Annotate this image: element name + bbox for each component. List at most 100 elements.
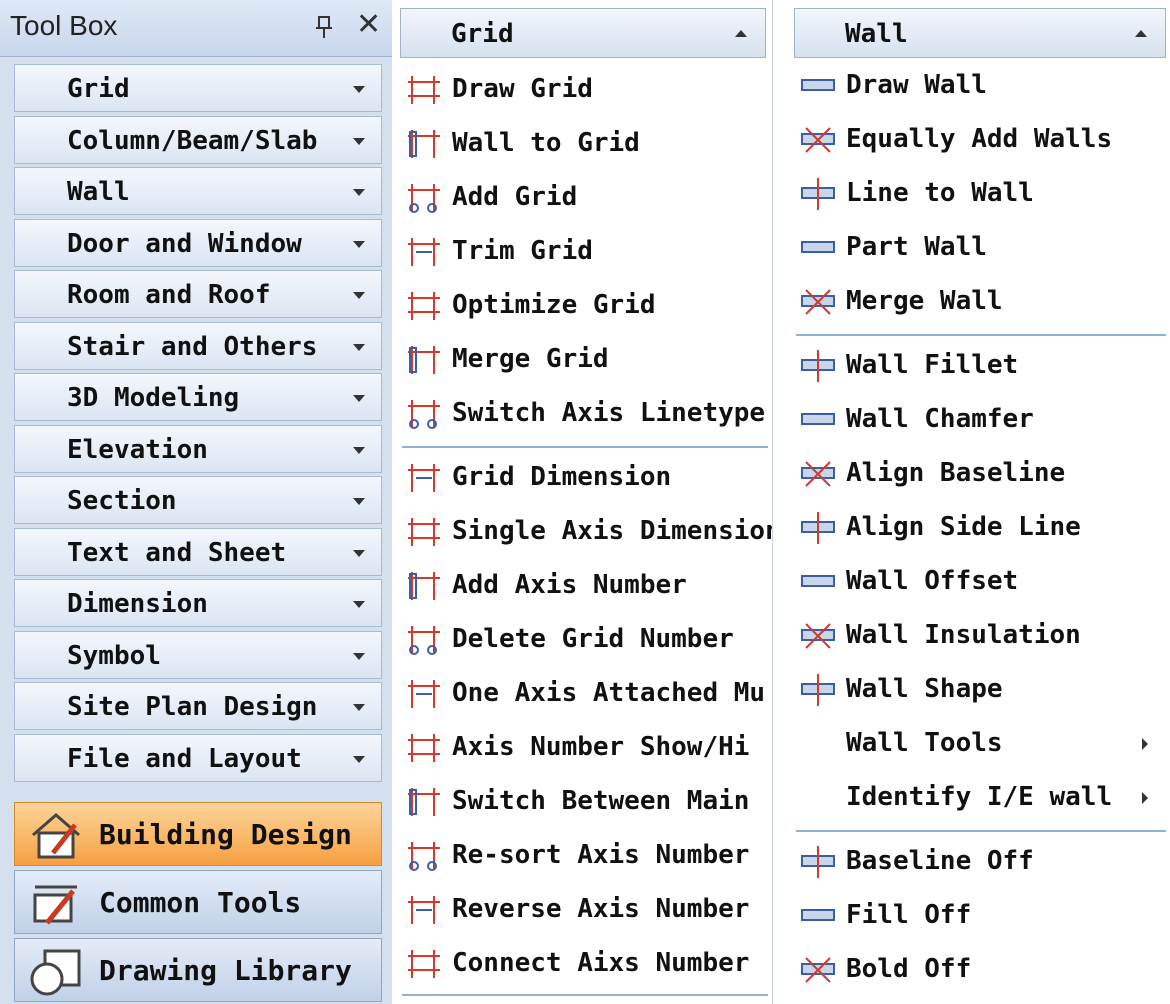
category-grid[interactable]: Grid <box>14 64 382 112</box>
category-room-and-roof[interactable]: Room and Roof <box>14 270 382 318</box>
menu-separator <box>796 830 1166 832</box>
category-elevation[interactable]: Elevation <box>14 424 382 473</box>
menu-item-equally-add-walls[interactable]: Equally Add Walls <box>790 116 1170 164</box>
category-label: Section <box>67 486 177 516</box>
menu-item-align-baseline[interactable]: Align Baseline <box>790 450 1170 498</box>
menu-item-merge-grid[interactable]: Merge Grid <box>396 336 772 384</box>
menu-item-axis-number-show-hi[interactable]: Axis Number Show/Hi <box>396 724 772 772</box>
menu-item-connect-aixs-number[interactable]: Connect Aixs Number <box>396 940 772 988</box>
house-pencil-icon <box>32 813 80 859</box>
pin-icon[interactable] <box>312 14 336 40</box>
fill-off-icon <box>801 909 835 921</box>
menu-item-add-grid[interactable]: Add Grid <box>396 174 772 222</box>
category-stair-and-others[interactable]: Stair and Others <box>14 321 382 370</box>
menu-item-wall-offset[interactable]: Wall Offset <box>790 558 1170 606</box>
category-label: Grid <box>67 74 130 104</box>
menu-item-re-sort-axis-number[interactable]: Re-sort Axis Number <box>396 832 772 880</box>
dropdown-arrow-icon <box>353 446 365 454</box>
category-dimension[interactable]: Dimension <box>14 579 382 627</box>
menu-item-wall-fillet[interactable]: Wall Fillet <box>790 342 1170 390</box>
draw-grid-icon <box>408 76 440 104</box>
category-section[interactable]: Section <box>14 476 382 524</box>
menu-item-align-side-line[interactable]: Align Side Line <box>790 504 1170 552</box>
dropdown-arrow-icon <box>353 292 365 299</box>
tools-icon <box>33 885 77 925</box>
grid-menu-title: Grid <box>451 19 514 49</box>
menu-item-trim-grid[interactable]: Trim Grid <box>396 228 772 276</box>
menu-item-delete-grid-number[interactable]: Delete Grid Number <box>396 616 772 664</box>
category-label: Elevation <box>67 434 208 465</box>
grid-menu-header[interactable]: Grid <box>400 8 766 58</box>
menu-separator <box>796 334 1166 336</box>
category-label: Text and Sheet <box>67 537 287 568</box>
menu-item-label: Trim Grid <box>452 236 593 266</box>
category-label: Symbol <box>67 640 161 671</box>
menu-item-label: Grid Dimension <box>452 462 672 492</box>
menu-item-optimize-grid[interactable]: Optimize Grid <box>396 282 772 330</box>
menu-item-label: Align Side Line <box>846 512 1081 542</box>
menu-item-single-axis-dimension[interactable]: Single Axis Dimension <box>396 508 772 556</box>
collapse-arrow-icon[interactable] <box>735 30 747 37</box>
menu-item-draw-wall[interactable]: Draw Wall <box>790 62 1170 110</box>
menu-item-label: Wall Insulation <box>846 620 1081 650</box>
menu-item-grid-dimension[interactable]: Grid Dimension <box>396 454 772 502</box>
building-design-button[interactable]: Building Design <box>14 802 382 866</box>
menu-item-wall-tools[interactable]: Wall Tools <box>790 720 1170 768</box>
category-site-plan-design[interactable]: Site Plan Design <box>14 682 382 730</box>
dropdown-arrow-icon <box>353 86 365 93</box>
menu-item-identify-i-e-wall[interactable]: Identify I/E wall <box>790 774 1170 822</box>
menu-item-wall-insulation[interactable]: Wall Insulation <box>790 612 1170 660</box>
dropdown-arrow-icon <box>353 549 365 557</box>
wall-insulation-icon <box>801 623 835 649</box>
menu-item-merge-wall[interactable]: Merge Wall <box>790 278 1170 326</box>
axis-number-show-icon <box>408 734 440 762</box>
tool-box-title: Tool Box <box>10 10 118 41</box>
menu-item-add-axis-number[interactable]: Add Axis Number <box>396 562 772 610</box>
menu-item-wall-chamfer[interactable]: Wall Chamfer <box>790 396 1170 444</box>
wall-menu-header[interactable]: Wall <box>794 8 1166 58</box>
menu-item-label: Reverse Axis Number <box>452 894 750 924</box>
category-label: 3D Modeling <box>67 383 240 413</box>
menu-item-switch-between-main[interactable]: Switch Between Main <box>396 778 772 826</box>
menu-item-wall-to-grid[interactable]: Wall to Grid <box>396 120 772 168</box>
dropdown-arrow-icon <box>353 240 365 248</box>
category-symbol[interactable]: Symbol <box>14 630 382 679</box>
menu-item-fill-off[interactable]: Fill Off <box>790 892 1170 940</box>
menu-item-wall-shape[interactable]: Wall Shape <box>790 666 1170 714</box>
category-column-beam-slab[interactable]: Column/Beam/Slab <box>14 115 382 164</box>
menu-item-baseline-off[interactable]: Baseline Off <box>790 838 1170 886</box>
tool-box-panel: Tool Box ✕ Grid Column/Beam/Slab Wall Do… <box>0 0 392 1004</box>
dropdown-arrow-icon <box>353 498 365 505</box>
wall-fillet-icon <box>801 350 835 382</box>
category-text-and-sheet[interactable]: Text and Sheet <box>14 527 382 576</box>
menu-item-label: Draw Grid <box>452 74 593 104</box>
category-3d-modeling[interactable]: 3D Modeling <box>14 373 382 421</box>
category-wall[interactable]: Wall <box>14 167 382 215</box>
menu-item-label: Merge Grid <box>452 344 609 374</box>
menu-item-switch-axis-linetype[interactable]: Switch Axis Linetype <box>396 390 772 438</box>
menu-item-one-axis-attached-mu[interactable]: One Axis Attached Mu <box>396 670 772 718</box>
category-label: Room and Roof <box>67 280 271 310</box>
resort-axis-number-icon <box>408 842 440 871</box>
drawing-library-button[interactable]: Drawing Library <box>14 938 382 1002</box>
menu-item-label: Add Grid <box>452 182 578 212</box>
menu-item-part-wall[interactable]: Part Wall <box>790 224 1170 272</box>
align-side-line-icon <box>801 512 835 544</box>
category-file-and-layout[interactable]: File and Layout <box>14 733 382 782</box>
menu-item-label: Wall Fillet <box>846 350 1019 380</box>
menu-item-draw-grid[interactable]: Draw Grid <box>396 66 772 114</box>
menu-item-bold-off[interactable]: Bold Off <box>790 946 1170 994</box>
category-door-and-window[interactable]: Door and Window <box>14 218 382 267</box>
category-label: Column/Beam/Slab <box>67 125 318 156</box>
collapse-arrow-icon[interactable] <box>1135 30 1147 37</box>
close-icon[interactable]: ✕ <box>356 10 381 40</box>
menu-item-label: Fill Off <box>846 900 972 930</box>
common-tools-button[interactable]: Common Tools <box>14 870 382 934</box>
part-wall-icon <box>801 241 835 253</box>
category-list: Grid Column/Beam/Slab Wall Door and Wind… <box>14 64 382 785</box>
menu-item-line-to-wall[interactable]: Line to Wall <box>790 170 1170 218</box>
menu-item-label: Align Baseline <box>846 458 1066 488</box>
menu-item-reverse-axis-number[interactable]: Reverse Axis Number <box>396 886 772 934</box>
wall-menu-title: Wall <box>845 19 908 49</box>
menu-item-label: Wall to Grid <box>452 128 640 158</box>
